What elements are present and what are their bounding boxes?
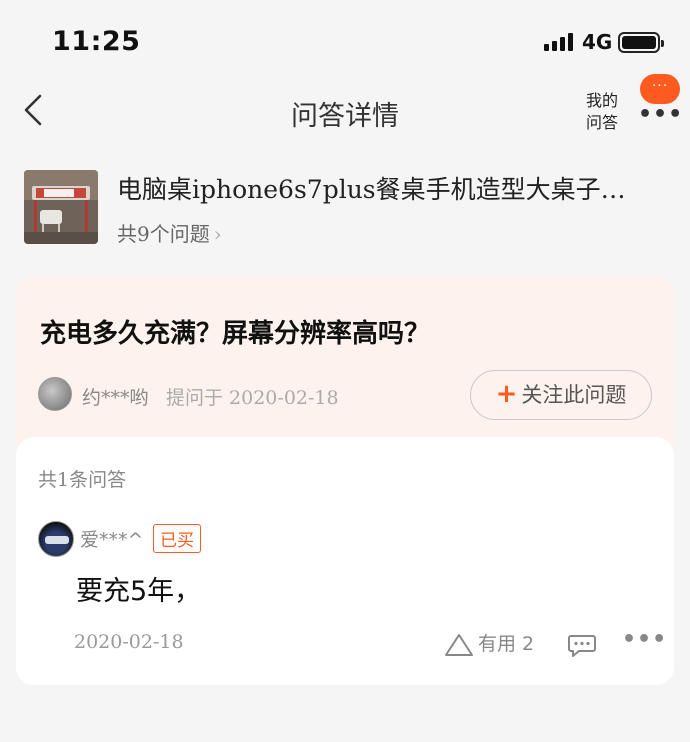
product-thumbnail [24, 170, 98, 244]
question-count-link[interactable]: 共9个问题 › [117, 218, 222, 247]
comment-icon[interactable] [567, 632, 597, 658]
asker-name: 约***哟 [82, 387, 149, 409]
plus-icon: + [495, 379, 518, 409]
answer-more-icon[interactable]: ••• [622, 627, 667, 652]
status-time: 11:25 [52, 26, 141, 57]
answers-count: 共1条问答 [38, 469, 127, 491]
product-row[interactable]: 电脑桌iphone6s7plus餐桌手机造型大桌子… 共9个问题 › [24, 170, 674, 246]
answerer-name: 爱***^ [80, 529, 144, 551]
status-bar: 11:25 4G [0, 0, 690, 80]
nav-bar: 问答详情 我的 问答 ··· ••• [0, 74, 690, 144]
message-badge: ··· [640, 74, 680, 104]
battery-icon [618, 32, 664, 53]
triangle-up-icon [445, 633, 473, 656]
my-qa-label-line2: 问答 [585, 113, 618, 132]
answer-date: 2020-02-18 [74, 631, 184, 653]
signal-icon [544, 33, 576, 51]
useful-button[interactable]: 有用 2 [444, 629, 534, 659]
asker-avatar [38, 377, 72, 411]
answer-text: 要充5年， [76, 576, 202, 607]
answers-card: 共1条问答 爱***^ 已买 要充5年， 2020-02-18 有用 2 ••• [16, 437, 674, 685]
network-label: 4G [582, 30, 613, 54]
bought-badge: 已买 [153, 524, 201, 553]
my-qa-label-line1: 我的 [585, 91, 618, 110]
question-count-label: 共9个问题 [117, 222, 210, 246]
my-qa-button[interactable]: 我的 问答 [582, 90, 622, 134]
answerer-avatar [38, 521, 74, 557]
more-menu-icon[interactable]: ••• [638, 102, 683, 127]
asked-date: 提问于 2020-02-18 [166, 387, 339, 409]
useful-label: 有用 2 [478, 633, 535, 655]
follow-label: 关注此问题 [521, 383, 627, 407]
question-title: 充电多久充满？屏幕分辨率高吗？ [40, 319, 431, 349]
product-title: 电脑桌iphone6s7plus餐桌手机造型大桌子… [117, 175, 626, 204]
follow-question-button[interactable]: + 关注此问题 [470, 370, 652, 420]
chevron-right-icon: › [213, 222, 222, 246]
